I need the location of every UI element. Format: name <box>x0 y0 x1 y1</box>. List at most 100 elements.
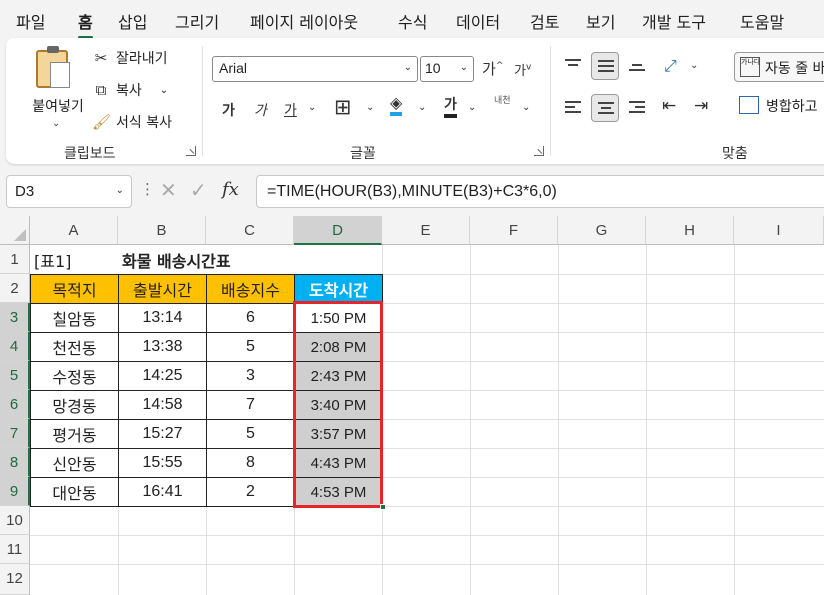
tab-data[interactable]: 데이터 <box>456 9 500 33</box>
table-cell[interactable]: 13:14 <box>119 304 207 333</box>
tab-page-layout[interactable]: 페이지 레이아웃 <box>250 9 358 33</box>
table-cell[interactable]: 15:55 <box>119 449 207 478</box>
header-cell-delivery-index[interactable]: 배송지수 <box>207 275 295 304</box>
tab-view[interactable]: 보기 <box>586 9 615 33</box>
chevron-down-icon[interactable]: ⌄ <box>308 102 316 113</box>
table-cell[interactable]: 5 <box>207 333 295 362</box>
tab-formulas[interactable]: 수식 <box>398 9 427 33</box>
column-header-f[interactable]: F <box>470 216 558 245</box>
align-top-button[interactable] <box>559 52 587 80</box>
tab-help[interactable]: 도움말 <box>740 9 784 33</box>
table-cell[interactable]: 5 <box>207 420 295 449</box>
cancel-icon[interactable]: ✕ <box>160 178 177 202</box>
font-launcher-icon[interactable] <box>534 146 544 156</box>
chevron-down-icon[interactable]: ⌄ <box>418 102 426 113</box>
tab-home[interactable]: 홈 <box>78 9 93 39</box>
row-header-5[interactable]: 5 <box>0 361 30 390</box>
font-color-button[interactable]: 가 <box>444 96 457 118</box>
header-cell-destination[interactable]: 목적지 <box>31 275 119 304</box>
formula-input[interactable]: =TIME(HOUR(B3),MINUTE(B3)+C3*6,0) <box>256 175 824 208</box>
format-painter-button[interactable]: 🖌 서식 복사 <box>92 112 172 132</box>
enter-icon[interactable]: ✓ <box>190 178 207 202</box>
fill-handle[interactable] <box>380 504 386 510</box>
increase-indent-icon[interactable]: ⇥ <box>694 96 708 116</box>
row-header-6[interactable]: 6 <box>0 390 30 419</box>
row-header-9[interactable]: 9 <box>0 477 30 506</box>
chevron-down-icon[interactable]: ⌄ <box>690 60 698 71</box>
font-name-select[interactable]: Arial ⌄ <box>212 56 418 82</box>
select-all-button[interactable] <box>0 216 30 245</box>
clipboard-launcher-icon[interactable] <box>186 146 196 156</box>
font-size-select[interactable]: 10 ⌄ <box>420 56 474 82</box>
chevron-down-icon[interactable]: ⌄ <box>116 185 124 196</box>
tab-developer[interactable]: 개발 도구 <box>642 9 706 33</box>
row-header-3[interactable]: 3 <box>0 303 30 332</box>
decrease-indent-icon[interactable]: ⇤ <box>662 96 676 116</box>
column-header-g[interactable]: G <box>558 216 646 245</box>
row-header-2[interactable]: 2 <box>0 274 30 303</box>
row-header-11[interactable]: 11 <box>0 535 30 564</box>
wrap-text-button[interactable]: 가나다 자동 줄 바 <box>734 52 824 82</box>
align-center-button[interactable] <box>591 94 619 122</box>
bold-button[interactable]: 가 <box>222 100 235 120</box>
name-box[interactable]: D3 ⌄ <box>6 175 132 208</box>
align-left-button[interactable] <box>559 94 587 122</box>
cell-b1[interactable]: 화물 배송시간표 <box>118 245 298 274</box>
row-header-1[interactable]: 1 <box>0 245 30 274</box>
column-header-d[interactable]: D <box>294 216 382 245</box>
tab-draw[interactable]: 그리기 <box>175 9 219 33</box>
cut-button[interactable]: ✂ 잘라내기 <box>92 48 168 68</box>
tab-file[interactable]: 파일 <box>16 9 45 33</box>
italic-button[interactable]: 가 <box>254 100 267 120</box>
column-header-a[interactable]: A <box>30 216 118 245</box>
chevron-down-icon[interactable]: ⌄ <box>160 85 168 96</box>
table-cell[interactable]: 13:38 <box>119 333 207 362</box>
table-cell[interactable]: 15:27 <box>119 420 207 449</box>
column-header-c[interactable]: C <box>206 216 294 245</box>
align-bottom-button[interactable] <box>623 52 651 80</box>
row-header-4[interactable]: 4 <box>0 332 30 361</box>
table-cell[interactable]: 2 <box>207 478 295 507</box>
orientation-icon[interactable]: ⤢ <box>664 56 677 76</box>
table-cell[interactable]: 망경동 <box>31 391 119 420</box>
phonetic-button[interactable]: 내천 <box>494 96 511 106</box>
table-cell[interactable]: 3 <box>207 362 295 391</box>
column-header-i[interactable]: I <box>734 216 824 245</box>
row-header-7[interactable]: 7 <box>0 419 30 448</box>
table-cell[interactable]: 14:25 <box>119 362 207 391</box>
table-cell[interactable]: 14:58 <box>119 391 207 420</box>
fill-color-icon[interactable]: ◈ <box>390 94 403 116</box>
chevron-down-icon[interactable]: ⌄ <box>522 102 530 113</box>
table-cell[interactable]: 7 <box>207 391 295 420</box>
merge-center-button[interactable]: 병합하고 <box>736 96 818 116</box>
insert-function-button[interactable]: fx <box>222 179 239 200</box>
more-options-icon[interactable]: ⋮ <box>140 180 155 198</box>
paste-button[interactable]: 붙여넣기 ⌄ <box>20 46 84 138</box>
table-cell[interactable]: 칠암동 <box>31 304 119 333</box>
tab-insert[interactable]: 삽입 <box>118 9 147 33</box>
row-header-10[interactable]: 10 <box>0 506 30 535</box>
chevron-down-icon[interactable]: ⌄ <box>366 102 374 113</box>
chevron-down-icon[interactable]: ⌄ <box>468 102 476 113</box>
table-cell[interactable]: 16:41 <box>119 478 207 507</box>
copy-button[interactable]: ⧉ 복사 ⌄ <box>92 80 169 100</box>
column-header-b[interactable]: B <box>118 216 206 245</box>
align-right-button[interactable] <box>623 94 651 122</box>
shrink-font-button[interactable]: 가v <box>514 60 531 79</box>
table-cell[interactable]: 대안동 <box>31 478 119 507</box>
underline-button[interactable]: 가 <box>284 100 297 120</box>
grow-font-button[interactable]: 가^ <box>482 58 503 79</box>
table-cell[interactable]: 신안동 <box>31 449 119 478</box>
column-header-h[interactable]: H <box>646 216 734 245</box>
header-cell-arrival[interactable]: 도착시간 <box>295 275 383 304</box>
borders-icon[interactable]: ⊞ <box>334 95 352 119</box>
table-cell[interactable]: 천전동 <box>31 333 119 362</box>
row-header-8[interactable]: 8 <box>0 448 30 477</box>
row-header-12[interactable]: 12 <box>0 564 30 595</box>
header-cell-departure[interactable]: 출발시간 <box>119 275 207 304</box>
align-middle-button[interactable] <box>591 52 619 80</box>
table-cell[interactable]: 8 <box>207 449 295 478</box>
column-header-e[interactable]: E <box>382 216 470 245</box>
tab-review[interactable]: 검토 <box>530 9 559 33</box>
cell-a1[interactable]: [표1] <box>30 245 118 274</box>
